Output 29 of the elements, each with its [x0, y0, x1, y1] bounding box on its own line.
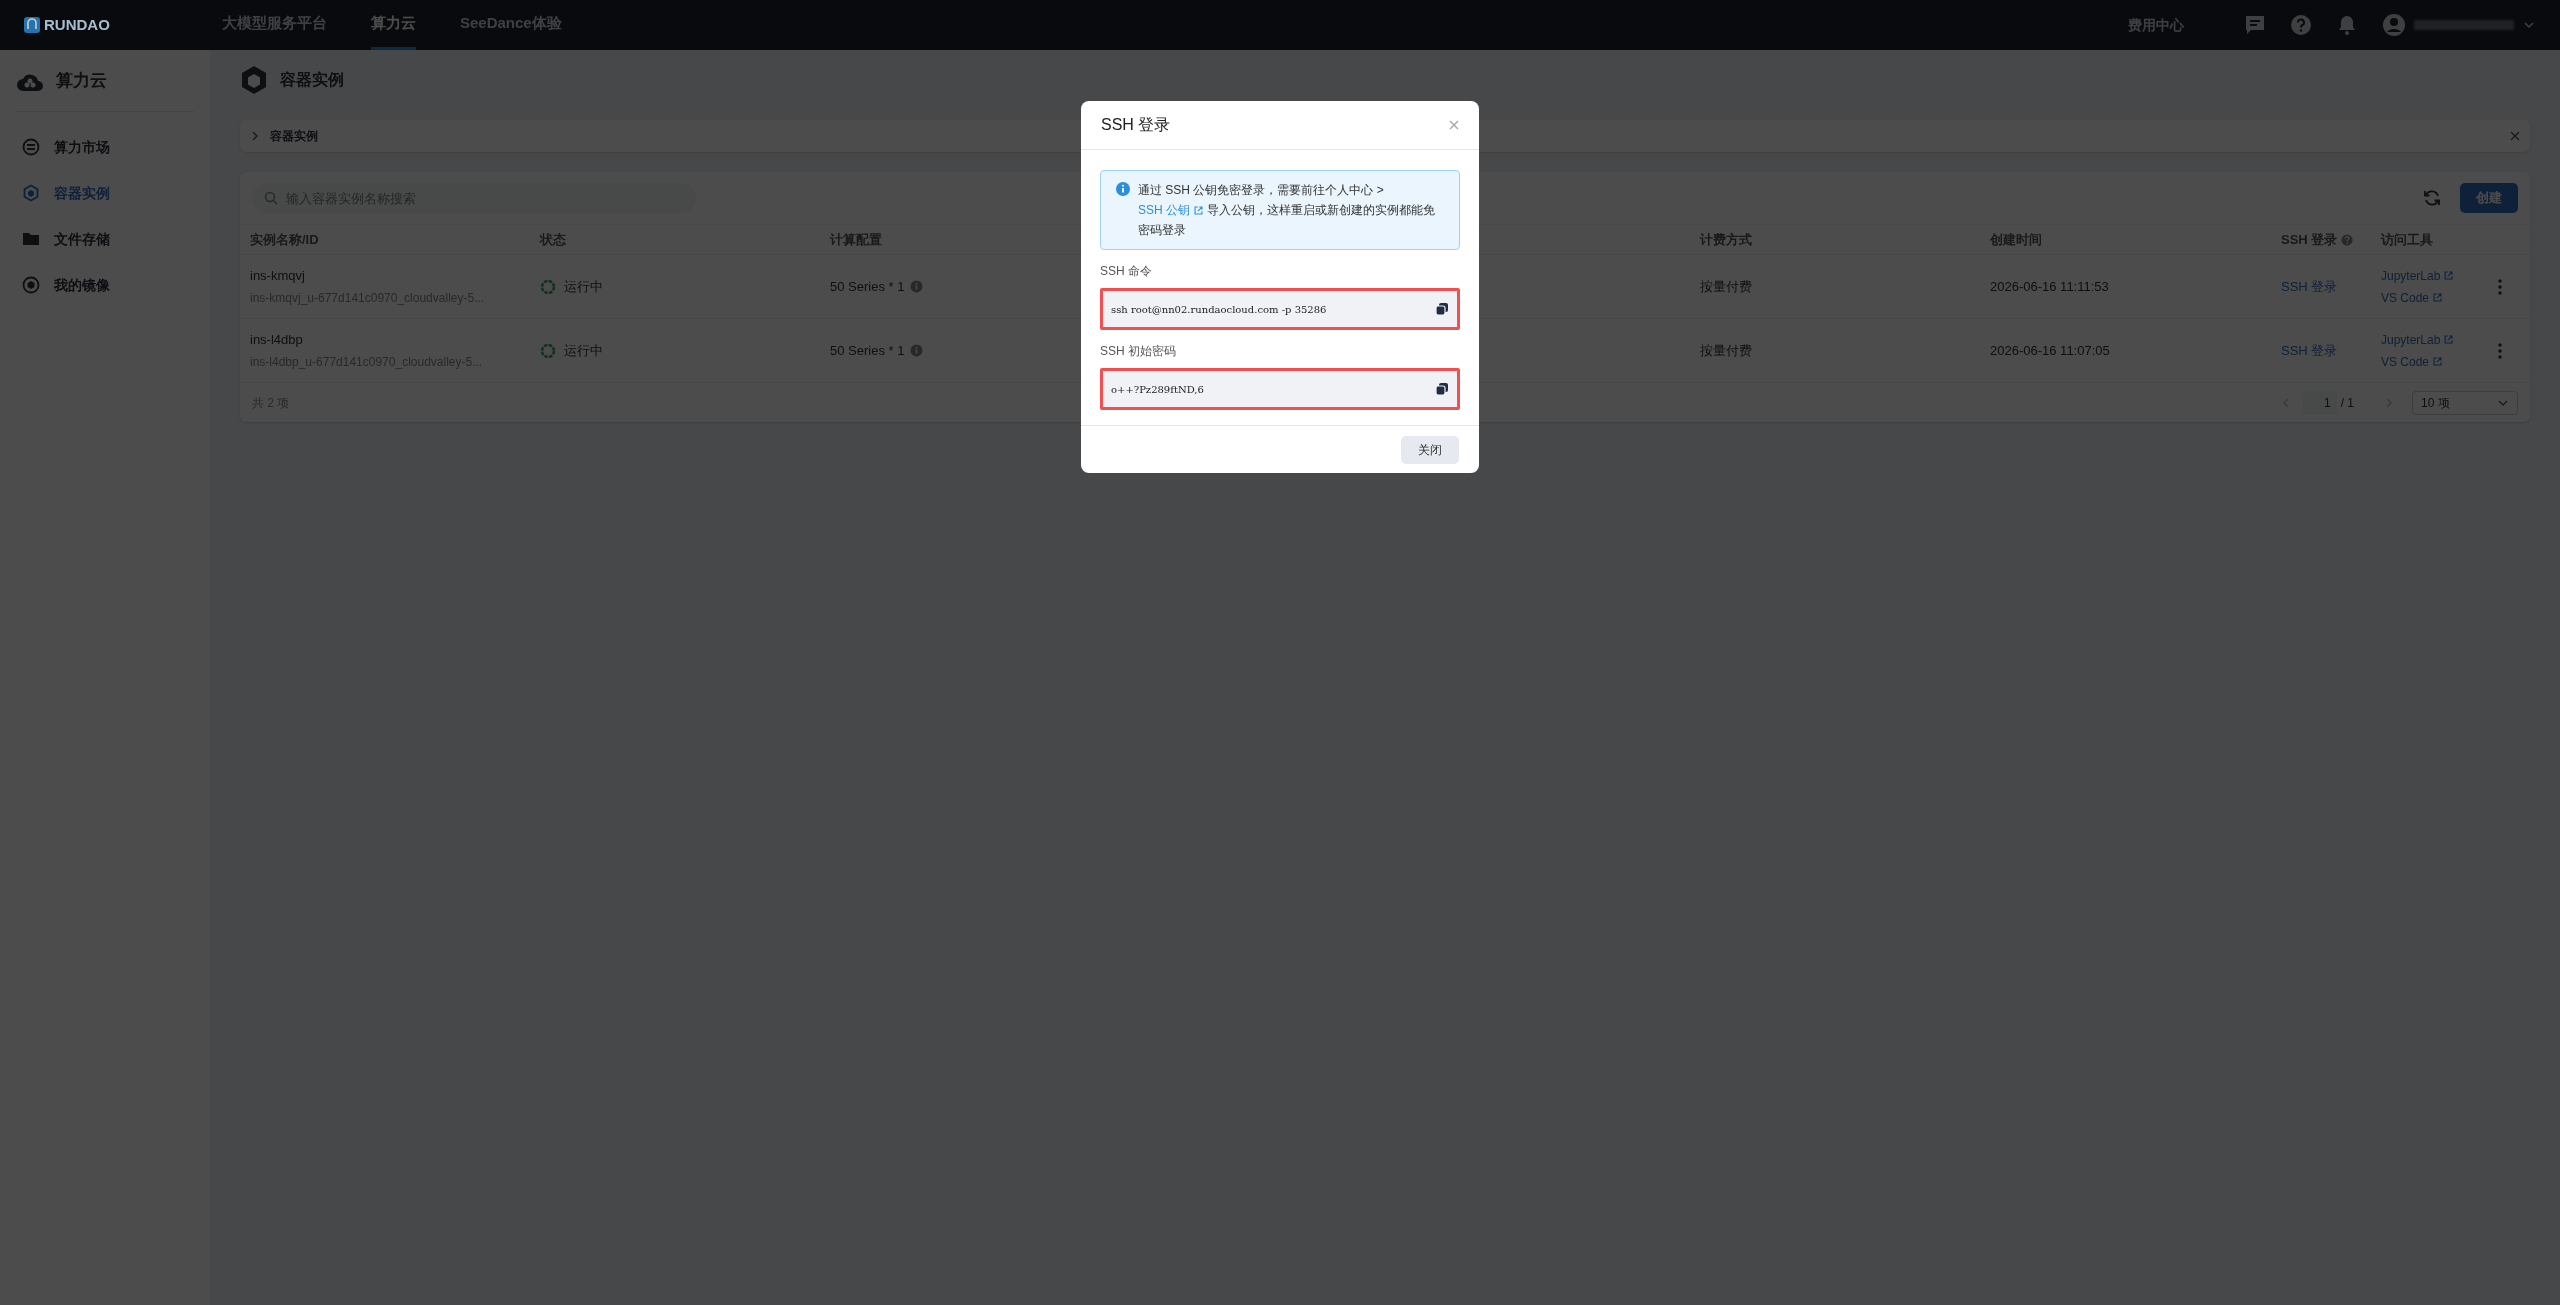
close-icon[interactable] — [1449, 120, 1459, 130]
close-button[interactable]: 关闭 — [1401, 435, 1459, 464]
status-text: 运行中 — [564, 277, 603, 296]
created-time: 2026-06-16 11:07:05 — [1990, 341, 2111, 360]
ssh-key-link[interactable]: SSH 公钥 — [1138, 200, 1204, 220]
notice-text: 通过 SSH 公钥免密登录，需要前往个人中心 > SSH 公钥 导入公钥，这样重启或新创建的实例都能免密码登录 — [1138, 182, 1437, 239]
compute-config: 50 Series * 1 — [830, 277, 905, 296]
copy-field[interactable]: o++?Pz289ftND,6 — [1100, 368, 1460, 410]
sidebar-title: 算力云 — [56, 69, 107, 92]
status-text: 运行中 — [564, 341, 603, 360]
billing-method: 按量付费 — [1700, 277, 1753, 296]
instance-name: ins-kmqvj — [250, 266, 306, 285]
dialog-title: SSH 登录 — [1101, 115, 1171, 135]
created-time: 2026-06-16 11:11:53 — [1990, 277, 2110, 296]
billing-method: 按量付费 — [1700, 341, 1753, 360]
logo-text: RUNDAO — [44, 14, 110, 35]
instance-name: ins-l4dbp — [250, 330, 304, 349]
field-label: SSH 命令 — [1100, 263, 1153, 280]
logo-icon — [24, 17, 40, 33]
info-icon — [1116, 182, 1130, 196]
copy-icon[interactable] — [1435, 302, 1449, 316]
compute-config: 50 Series * 1 — [830, 341, 905, 360]
breadcrumb-tab[interactable]: 容器实例 — [270, 127, 318, 145]
field-label: SSH 初始密码 — [1100, 343, 1177, 360]
page-total: / 1 — [2340, 394, 2354, 412]
external-link-icon — [1193, 204, 1204, 216]
copy-icon[interactable] — [1435, 382, 1449, 396]
page-title: 容器实例 — [280, 70, 344, 90]
copy-field[interactable]: ssh root@nn02.rundaocloud.com -p 35286 — [1100, 288, 1460, 330]
